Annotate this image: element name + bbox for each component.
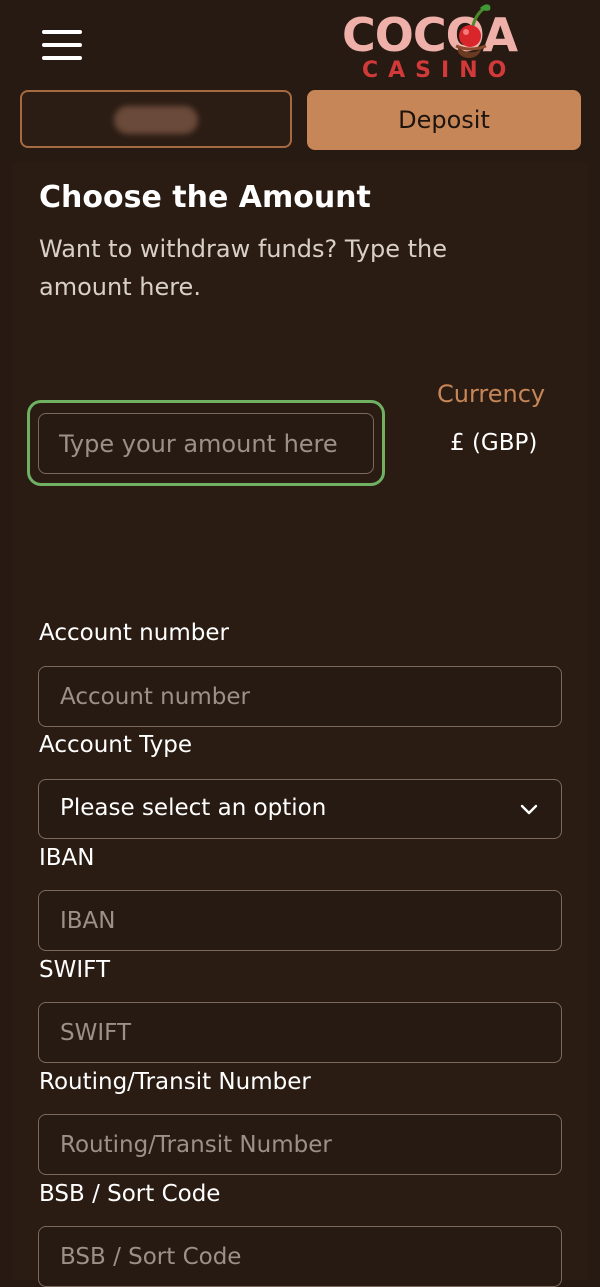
- amount-input[interactable]: [38, 413, 374, 474]
- page-subtitle: Want to withdraw funds? Type the amount …: [39, 235, 447, 301]
- currency-value: £ (GBP): [450, 430, 538, 456]
- iban-input[interactable]: [38, 890, 562, 951]
- account-number-label: Account number: [39, 620, 229, 646]
- chevron-down-icon: [520, 804, 538, 815]
- app-header: COCOA CASINO Deposit: [0, 0, 600, 160]
- balance-value-blurred: [114, 106, 198, 134]
- bsb-sort-code-input[interactable]: [38, 1226, 562, 1287]
- logo-subtitle: CASINO: [362, 58, 517, 83]
- cherry-icon: [455, 4, 491, 58]
- page-title: Choose the Amount: [39, 180, 371, 215]
- iban-label: IBAN: [39, 845, 95, 871]
- account-type-select[interactable]: Please select an option: [38, 779, 562, 839]
- balance-button[interactable]: [20, 90, 292, 148]
- deposit-button[interactable]: Deposit: [307, 90, 581, 150]
- bsb-sort-code-label: BSB / Sort Code: [39, 1181, 221, 1207]
- casino-logo[interactable]: COCOA CASINO: [338, 0, 548, 88]
- account-type-selected: Please select an option: [60, 795, 327, 821]
- routing-number-label: Routing/Transit Number: [39, 1069, 311, 1095]
- account-number-input[interactable]: [38, 666, 562, 727]
- currency-label: Currency: [437, 380, 546, 408]
- swift-label: SWIFT: [39, 957, 110, 983]
- swift-input[interactable]: [38, 1002, 562, 1063]
- account-type-label: Account Type: [39, 732, 193, 758]
- routing-number-input[interactable]: [38, 1114, 562, 1175]
- hamburger-menu-icon[interactable]: [42, 28, 82, 62]
